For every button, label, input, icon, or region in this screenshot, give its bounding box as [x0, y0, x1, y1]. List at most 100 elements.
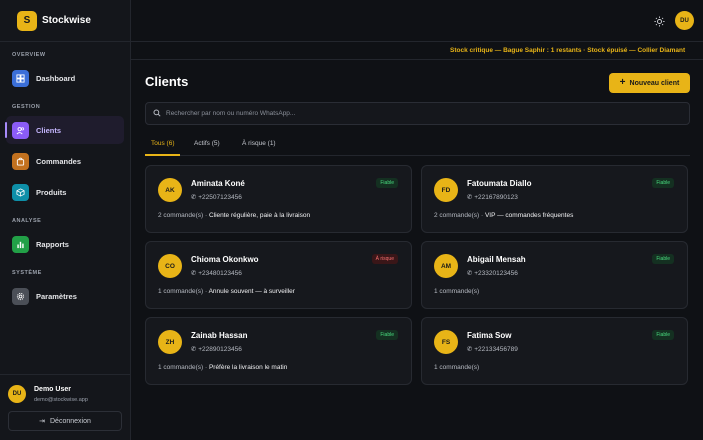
plus-icon: + [619, 77, 626, 88]
sidebar-item-label: Clients [36, 125, 62, 135]
client-name: Chioma Okonkwo [191, 255, 259, 264]
client-phone: ✆ +22133456789 [467, 345, 518, 353]
client-avatar: AM [434, 254, 458, 278]
client-meta: 1 commande(s) · Préfère la livraison le … [158, 364, 287, 371]
topbar: DU [131, 0, 703, 42]
sidebar-item-dashboard[interactable]: Dashboard [6, 64, 124, 92]
search-bar [145, 102, 690, 125]
client-card[interactable]: FS Fatima Sow ✆ +22133456789 Fiable 1 co… [421, 317, 688, 385]
status-badge: Fiable [652, 254, 674, 264]
status-badge: Fiable [652, 178, 674, 188]
client-phone-number: +22507123456 [198, 194, 242, 201]
section-label-overview: OVERVIEW [12, 52, 46, 58]
user-block: DU Demo User demo@stockwise.app ⇥ Déconn… [0, 374, 131, 440]
order-count: 1 commande(s) · [158, 288, 209, 295]
client-note: Préfère la livraison le matin [208, 364, 288, 371]
order-count: 1 commande(s) · [158, 364, 209, 371]
brand-name: Stockwise [42, 15, 91, 26]
users-icon [12, 121, 29, 139]
filter-tabs: Tous (6) Actifs (5) À risque (1) [144, 136, 690, 156]
brand[interactable]: S Stockwise [0, 0, 130, 42]
client-phone: ✆ +23320123456 [467, 269, 518, 277]
client-card[interactable]: CO Chioma Okonkwo ✆ +23480123456 À risqu… [145, 241, 412, 309]
sidebar-item-label: Paramètres [36, 291, 77, 301]
bag-icon [12, 152, 29, 170]
logout-label: Déconnexion [50, 417, 91, 425]
search-input[interactable] [166, 110, 666, 117]
client-card[interactable]: AM Abigail Mensah ✆ +23320123456 Fiable … [421, 241, 688, 309]
search-icon [153, 108, 161, 119]
sidebar: S Stockwise OVERVIEW Dashboard GESTION C… [0, 0, 131, 440]
client-name: Aminata Koné [191, 179, 245, 188]
user-name: Demo User [34, 386, 71, 393]
section-label-analyse: ANALYSE [12, 218, 42, 224]
client-avatar: FS [434, 330, 458, 354]
new-client-label: Nouveau client [629, 79, 680, 87]
ticker-text: Stock critique — Bague Saphir : 1 restan… [450, 47, 686, 54]
logout-button[interactable]: ⇥ Déconnexion [8, 411, 122, 431]
client-phone: ✆ +22507123456 [191, 193, 242, 201]
status-badge: À risque [371, 254, 398, 264]
sidebar-item-rapports[interactable]: Rapports [6, 230, 124, 258]
status-badge: Fiable [652, 330, 674, 340]
sidebar-item-label: Produits [36, 187, 67, 197]
client-phone-number: +22133456789 [474, 346, 518, 353]
logout-icon: ⇥ [39, 418, 45, 425]
theme-toggle-icon[interactable] [652, 14, 666, 28]
client-avatar: FD [434, 178, 458, 202]
bar-chart-icon [12, 235, 29, 253]
status-badge: Fiable [376, 330, 398, 340]
tab-a-risque[interactable]: À risque (1) [242, 140, 276, 147]
section-label-gestion: GESTION [12, 104, 41, 110]
page-title: Clients [145, 74, 189, 89]
tab-actifs[interactable]: Actifs (5) [194, 140, 220, 147]
client-meta: 2 commande(s) · Cliente régulière, paie … [158, 212, 310, 219]
client-meta: 1 commande(s) [434, 288, 479, 295]
order-count: 1 commande(s) [434, 288, 480, 295]
client-phone-number: +23480123456 [198, 270, 242, 277]
sidebar-item-parametres[interactable]: Paramètres [6, 282, 124, 310]
client-meta: 2 commande(s) · VIP — commandes fréquent… [434, 212, 573, 219]
client-name: Fatima Sow [467, 331, 512, 340]
client-avatar: ZH [158, 330, 182, 354]
avatar[interactable]: DU [8, 385, 26, 403]
section-label-systeme: SYSTÈME [12, 270, 42, 276]
client-note: Cliente régulière, paie à la livraison [208, 212, 311, 219]
client-card[interactable]: ZH Zainab Hassan ✆ +22890123456 Fiable 1… [145, 317, 412, 385]
sidebar-item-produits[interactable]: Produits [6, 178, 124, 206]
order-count: 2 commande(s) · [158, 212, 209, 219]
brand-logo-icon: S [17, 10, 37, 31]
client-phone-number: +22890123456 [198, 346, 242, 353]
box-icon [12, 183, 29, 201]
client-phone-number: +23320123456 [474, 270, 518, 277]
client-meta: 1 commande(s) [434, 364, 479, 371]
client-avatar: AK [158, 178, 182, 202]
client-phone-number: +22167890123 [474, 194, 518, 201]
client-card[interactable]: AK Aminata Koné ✆ +22507123456 Fiable 2 … [145, 165, 412, 233]
new-client-button[interactable]: + Nouveau client [609, 73, 690, 93]
order-count: 1 commande(s) [434, 364, 480, 371]
client-name: Zainab Hassan [191, 331, 248, 340]
header-avatar[interactable]: DU [675, 11, 694, 30]
client-note: Annule souvent — à surveiller [208, 288, 295, 295]
client-phone: ✆ +22167890123 [467, 193, 518, 201]
sidebar-item-label: Commandes [36, 156, 82, 166]
sidebar-item-clients[interactable]: Clients [5, 116, 124, 144]
dashboard-icon [12, 69, 29, 87]
order-count: 2 commande(s) · [434, 212, 485, 219]
user-email: demo@stockwise.app [34, 397, 88, 403]
client-phone: ✆ +23480123456 [191, 269, 242, 277]
sidebar-item-commandes[interactable]: Commandes [6, 147, 124, 175]
stock-alert-ticker: Stock critique — Bague Saphir : 1 restan… [131, 42, 703, 60]
status-badge: Fiable [376, 178, 398, 188]
sidebar-item-label: Dashboard [36, 73, 76, 83]
gear-icon [12, 287, 29, 305]
client-note: VIP — commandes fréquentes [484, 212, 574, 219]
sidebar-item-label: Rapports [36, 239, 69, 249]
tab-tous[interactable]: Tous (6) [144, 140, 182, 156]
client-name: Fatoumata Diallo [467, 179, 532, 188]
client-meta: 1 commande(s) · Annule souvent — à surve… [158, 288, 295, 295]
client-card[interactable]: FD Fatoumata Diallo ✆ +22167890123 Fiabl… [421, 165, 688, 233]
client-avatar: CO [158, 254, 182, 278]
client-name: Abigail Mensah [467, 255, 526, 264]
